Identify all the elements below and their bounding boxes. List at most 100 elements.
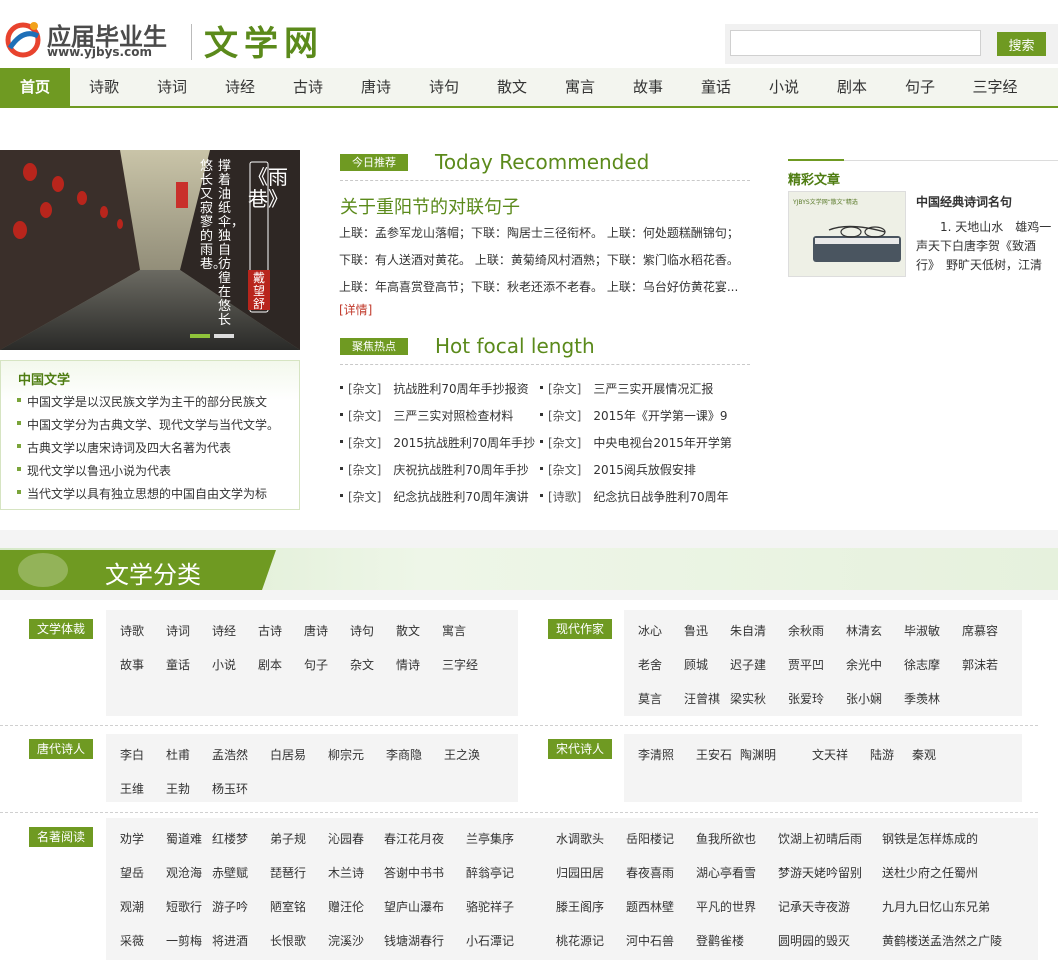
category-item[interactable]: 醉翁亭记: [466, 864, 514, 881]
category-item[interactable]: 王勃: [166, 780, 190, 797]
category-item[interactable]: 鱼我所欲也: [696, 830, 756, 847]
category-item[interactable]: 古诗: [258, 622, 282, 639]
category-item[interactable]: 湖心亭看雪: [696, 864, 756, 881]
category-tag-famous[interactable]: 名著阅读: [29, 827, 94, 847]
category-item[interactable]: 赤壁赋: [212, 864, 248, 881]
category-item[interactable]: 林清玄: [846, 622, 882, 639]
category-item[interactable]: 鲁迅: [684, 622, 708, 639]
category-item[interactable]: 贾平凹: [788, 656, 824, 673]
category-item[interactable]: 钢铁是怎样炼成的: [882, 830, 978, 847]
nav-item-8[interactable]: 寓言: [546, 68, 614, 106]
nav-item-13[interactable]: 句子: [886, 68, 954, 106]
category-item[interactable]: 记承天寺夜游: [778, 898, 850, 915]
category-item[interactable]: 席慕容: [962, 622, 998, 639]
nav-item-1[interactable]: 诗歌: [70, 68, 138, 106]
category-item[interactable]: 唐诗: [304, 622, 328, 639]
nav-item-14[interactable]: 三字经: [954, 68, 1036, 106]
category-item[interactable]: 沁园春: [328, 830, 364, 847]
category-item[interactable]: 李商隐: [386, 746, 422, 763]
category-item[interactable]: 余秋雨: [788, 622, 824, 639]
site-name[interactable]: 文学网: [204, 16, 324, 65]
featured-thumbnail[interactable]: YJBYS文学网“散文”精选: [788, 191, 906, 277]
category-item[interactable]: 冰心: [638, 622, 662, 639]
nav-item-2[interactable]: 诗词: [138, 68, 206, 106]
hot-item[interactable]: [杂文] 2015年《开学第一课》9: [540, 407, 728, 424]
category-item[interactable]: 浣溪沙: [328, 932, 364, 949]
category-item[interactable]: 汪曾祺: [684, 690, 720, 707]
category-item[interactable]: 兰亭集序: [466, 830, 514, 847]
category-item[interactable]: 送杜少府之任蜀州: [882, 864, 978, 881]
hot-item[interactable]: [杂文] 纪念抗战胜利70周年演讲: [340, 488, 529, 505]
nav-item-9[interactable]: 故事: [614, 68, 682, 106]
category-item[interactable]: 孟浩然: [212, 746, 248, 763]
category-item[interactable]: 小说: [212, 656, 236, 673]
category-item[interactable]: 长恨歌: [270, 932, 306, 949]
category-item[interactable]: 诗句: [350, 622, 374, 639]
category-item[interactable]: 张爱玲: [788, 690, 824, 707]
search-input[interactable]: [730, 30, 981, 56]
category-tag-modern[interactable]: 现代作家: [548, 619, 613, 639]
nav-item-12[interactable]: 剧本: [818, 68, 886, 106]
detail-link[interactable]: [详情]: [339, 301, 372, 318]
hot-item[interactable]: [杂文] 抗战胜利70周年手抄报资: [340, 380, 529, 397]
category-item[interactable]: 梦游天姥吟留别: [778, 864, 862, 881]
nav-item-0[interactable]: 首页: [0, 68, 70, 106]
category-item[interactable]: 陶渊明: [740, 746, 776, 763]
category-item[interactable]: 答谢中书书: [384, 864, 444, 881]
nav-item-6[interactable]: 诗句: [410, 68, 478, 106]
category-item[interactable]: 九月九日忆山东兄弟: [882, 898, 990, 915]
category-item[interactable]: 望岳: [120, 864, 144, 881]
china-literature-item[interactable]: 当代文学以具有独立思想的中国自由文学为标: [17, 485, 267, 502]
category-item[interactable]: 赠汪伦: [328, 898, 364, 915]
category-item[interactable]: 王维: [120, 780, 144, 797]
nav-item-7[interactable]: 散文: [478, 68, 546, 106]
hot-item[interactable]: [杂文] 三严三实对照检查材料: [340, 407, 513, 424]
banner-image[interactable]: 《雨巷》 戴望舒 撑着油纸伞，独自彷徨在悠长 悠长又寂寥的雨巷。: [0, 150, 300, 350]
hot-item[interactable]: [杂文] 2015阅兵放假安排: [540, 461, 696, 478]
category-item[interactable]: 游子吟: [212, 898, 248, 915]
category-item[interactable]: 迟子建: [730, 656, 766, 673]
category-item[interactable]: 梁实秋: [730, 690, 766, 707]
logo-icon[interactable]: [2, 18, 44, 60]
category-item[interactable]: 三字经: [442, 656, 478, 673]
category-item[interactable]: 杨玉环: [212, 780, 248, 797]
category-item[interactable]: 诗经: [212, 622, 236, 639]
hot-item[interactable]: [杂文] 2015抗战胜利70周年手抄: [340, 434, 535, 451]
category-item[interactable]: 剧本: [258, 656, 282, 673]
hot-item[interactable]: [杂文] 中央电视台2015年开学第: [540, 434, 732, 451]
category-item[interactable]: 句子: [304, 656, 328, 673]
nav-item-3[interactable]: 诗经: [206, 68, 274, 106]
category-item[interactable]: 诗词: [166, 622, 190, 639]
nav-item-10[interactable]: 童话: [682, 68, 750, 106]
category-item[interactable]: 朱自清: [730, 622, 766, 639]
hot-item[interactable]: [杂文] 庆祝抗战胜利70周年手抄: [340, 461, 529, 478]
nav-item-4[interactable]: 古诗: [274, 68, 342, 106]
category-item[interactable]: 圆明园的毁灭: [778, 932, 850, 949]
category-item[interactable]: 秦观: [912, 746, 936, 763]
category-item[interactable]: 毕淑敏: [904, 622, 940, 639]
category-item[interactable]: 诗歌: [120, 622, 144, 639]
category-item[interactable]: 老舍: [638, 656, 662, 673]
category-item[interactable]: 将进酒: [212, 932, 248, 949]
category-item[interactable]: 弟子规: [270, 830, 306, 847]
hot-item[interactable]: [杂文] 三严三实开展情况汇报: [540, 380, 713, 397]
category-item[interactable]: 故事: [120, 656, 144, 673]
category-item[interactable]: 陋室铭: [270, 898, 306, 915]
category-item[interactable]: 骆驼祥子: [466, 898, 514, 915]
category-item[interactable]: 短歌行: [166, 898, 202, 915]
search-button[interactable]: 搜索: [997, 32, 1046, 56]
category-item[interactable]: 陆游: [870, 746, 894, 763]
category-item[interactable]: 王安石: [696, 746, 732, 763]
category-item[interactable]: 杜甫: [166, 746, 190, 763]
category-tag-genre[interactable]: 文学体裁: [29, 619, 94, 639]
nav-item-5[interactable]: 唐诗: [342, 68, 410, 106]
category-item[interactable]: 莫言: [638, 690, 662, 707]
china-literature-item[interactable]: 中国文学分为古典文学、现代文学与当代文学。: [17, 416, 279, 433]
featured-article-title[interactable]: 中国经典诗词名句: [916, 193, 1012, 210]
category-item[interactable]: 余光中: [846, 656, 882, 673]
category-item[interactable]: 白居易: [270, 746, 306, 763]
category-item[interactable]: 小石潭记: [466, 932, 514, 949]
category-item[interactable]: 寓言: [442, 622, 466, 639]
china-literature-item[interactable]: 现代文学以鲁迅小说为代表: [17, 462, 171, 479]
category-item[interactable]: 顾城: [684, 656, 708, 673]
